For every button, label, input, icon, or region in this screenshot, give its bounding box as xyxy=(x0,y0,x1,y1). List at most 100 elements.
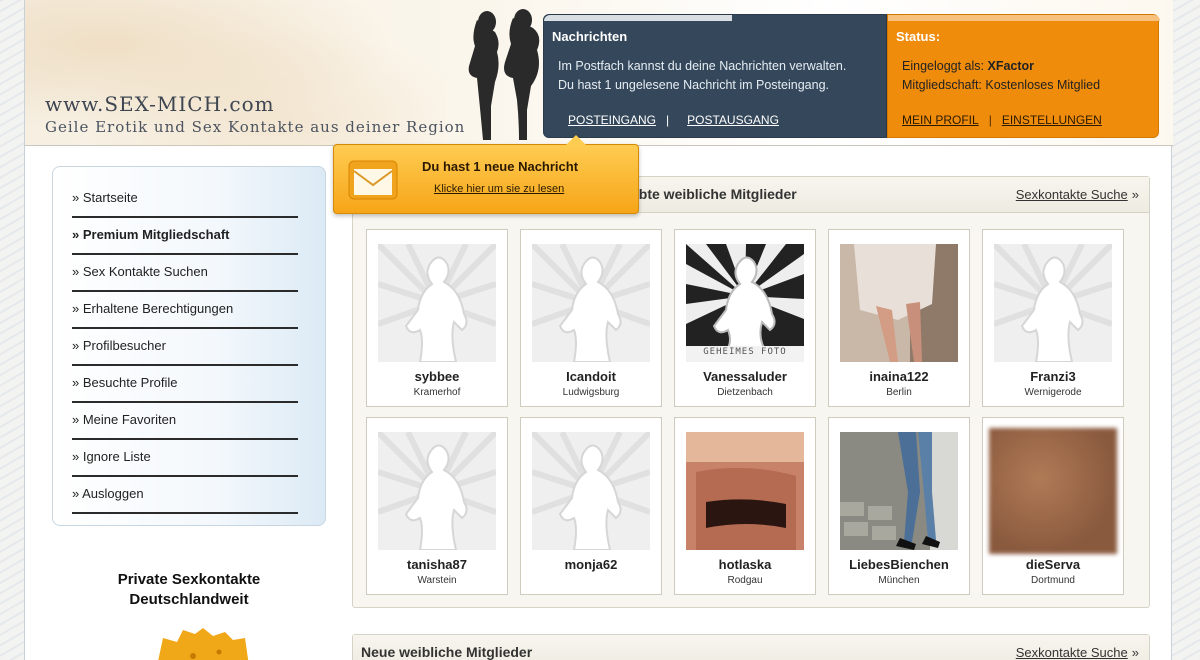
status-links: MEIN PROFIL | EINSTELLUNGEN xyxy=(902,113,1102,127)
member-name[interactable]: inaina122 xyxy=(829,369,969,384)
link-arrow: » xyxy=(1131,187,1139,202)
settings-link[interactable]: EINSTELLUNGEN xyxy=(1002,113,1102,127)
female-silhouette-icon xyxy=(378,432,496,550)
member-city: Berlin xyxy=(886,387,912,398)
outbox-link[interactable]: POSTAUSGANG xyxy=(687,113,779,127)
link-arrow: » xyxy=(1131,645,1139,660)
member-name[interactable]: sybbee xyxy=(367,369,507,384)
women-silhouettes-logo xyxy=(468,9,540,140)
envelope-icon xyxy=(348,160,398,200)
member-card[interactable]: tanisha87 Warstein xyxy=(366,417,508,595)
member-photo-placeholder[interactable] xyxy=(378,432,496,550)
site-tagline: Geile Erotik und Sex Kontakte aus deiner… xyxy=(45,118,466,136)
nav-item-startseite[interactable]: » Startseite xyxy=(72,181,298,218)
site-header: www.SEX-MICH.com Geile Erotik und Sex Ko… xyxy=(25,0,1173,146)
site-logo[interactable]: www.SEX-MICH.com xyxy=(45,92,275,116)
membership-label: Mitgliedschaft: xyxy=(902,78,982,92)
frost-decoration-right xyxy=(1172,0,1200,660)
germany-map-icon[interactable] xyxy=(153,626,249,660)
inbox-link[interactable]: POSTEINGANG xyxy=(568,113,656,127)
member-card[interactable]: dieServa Dortmund xyxy=(982,417,1124,595)
member-city: Wernigerode xyxy=(1024,387,1082,398)
messages-panel: Nachrichten Im Postfach kannst du deine … xyxy=(543,14,887,138)
new-members-title: Neue weibliche Mitglieder xyxy=(361,644,533,660)
notification-read-link[interactable]: Klicke hier um sie zu lesen xyxy=(434,183,564,195)
member-photo-placeholder[interactable] xyxy=(378,244,496,362)
nav-item-sex-kontakte-suchen[interactable]: » Sex Kontakte Suchen xyxy=(72,255,298,292)
member-photo[interactable] xyxy=(840,432,958,550)
membership-line: Mitgliedschaft: Kostenloses Mitglied xyxy=(902,78,1100,92)
member-photo-placeholder[interactable] xyxy=(532,244,650,362)
new-members-section: Neue weibliche Mitglieder Sexkontakte Su… xyxy=(352,634,1150,660)
popular-members-section: ebte weibliche Mitglieder Sexkontakte Su… xyxy=(352,176,1150,608)
member-photo-image xyxy=(840,244,958,362)
status-link-separator: | xyxy=(988,113,992,127)
member-card[interactable]: Icandoit Ludwigsburg xyxy=(520,229,662,407)
female-silhouette-icon xyxy=(532,244,650,362)
member-card[interactable]: Franzi3 Wernigerode xyxy=(982,229,1124,407)
logged-in-line: Eingeloggt als: XFactor xyxy=(902,59,1034,73)
nav-item-besuchte-profile[interactable]: » Besuchte Profile xyxy=(72,366,298,403)
member-card[interactable]: sybbee Kramerhof xyxy=(366,229,508,407)
member-name[interactable]: monja62 xyxy=(521,557,661,572)
messages-links: POSTEINGANG | POSTAUSGANG xyxy=(568,113,779,127)
link-separator: | xyxy=(666,113,670,127)
status-panel-tab xyxy=(888,15,1160,21)
private-contacts-title-line1: Private Sexkontakte xyxy=(117,571,261,588)
nav-item-premium[interactable]: » Premium Mitgliedschaft xyxy=(72,218,298,255)
nav-item-ignore-liste[interactable]: » Ignore Liste xyxy=(72,440,298,477)
membership-value: Kostenloses Mitglied xyxy=(985,78,1101,92)
my-profile-link[interactable]: MEIN PROFIL xyxy=(902,113,979,127)
private-contacts-heading: Private Sexkontakte Deutschlandweit xyxy=(52,570,326,610)
member-photo[interactable] xyxy=(686,432,804,550)
popular-members-title: ebte weibliche Mitglieder xyxy=(631,186,797,202)
member-photo-blurred[interactable] xyxy=(989,428,1117,554)
messages-info-line2: Du hast 1 ungelesene Nachricht im Postei… xyxy=(558,78,829,92)
member-photo-image xyxy=(840,432,958,550)
new-message-notification[interactable]: Du hast 1 neue Nachricht Klicke hier um … xyxy=(333,135,639,214)
member-city: Ludwigsburg xyxy=(562,387,620,398)
member-name[interactable]: dieServa xyxy=(983,557,1123,572)
member-card[interactable]: GEHEIMES FOTO Vanessaluder Dietzenbach xyxy=(674,229,816,407)
member-photo-placeholder[interactable] xyxy=(532,432,650,550)
member-city: München xyxy=(878,575,920,586)
main-navigation: » Startseite » Premium Mitgliedschaft » … xyxy=(52,166,326,526)
member-city: Dortmund xyxy=(1031,575,1075,586)
sexkontakte-search-link-2[interactable]: Sexkontakte Suche» xyxy=(1016,645,1139,660)
nav-item-ausloggen[interactable]: » Ausloggen xyxy=(72,477,298,514)
member-name[interactable]: hotlaska xyxy=(675,557,815,572)
logged-in-username: XFactor xyxy=(987,59,1035,73)
member-card[interactable]: hotlaska Rodgau xyxy=(674,417,816,595)
member-city: Rodgau xyxy=(727,575,763,586)
messages-panel-title: Nachrichten xyxy=(552,29,628,44)
messages-panel-tab xyxy=(544,15,732,21)
member-name[interactable]: LiebesBienchen xyxy=(829,557,969,572)
sexkontakte-search-link-label: Sexkontakte Suche xyxy=(1015,645,1128,660)
page-frame: www.SEX-MICH.com Geile Erotik und Sex Ko… xyxy=(24,0,1173,660)
member-photo-placeholder[interactable] xyxy=(994,244,1112,362)
member-name[interactable]: tanisha87 xyxy=(367,557,507,572)
messages-info-line1: Im Postfach kannst du deine Nachrichten … xyxy=(558,59,847,73)
new-members-header: Neue weibliche Mitglieder Sexkontakte Su… xyxy=(353,635,1149,660)
secret-photo-caption: GEHEIMES FOTO xyxy=(703,347,787,357)
private-contacts-title-line2: Deutschlandweit xyxy=(129,591,249,608)
member-photo-secret[interactable]: GEHEIMES FOTO xyxy=(686,244,804,362)
member-card[interactable]: LiebesBienchen München xyxy=(828,417,970,595)
sexkontakte-search-link[interactable]: Sexkontakte Suche» xyxy=(1016,187,1139,202)
nav-item-berechtigungen[interactable]: » Erhaltene Berechtigungen xyxy=(72,292,298,329)
member-city: Dietzenbach xyxy=(717,387,773,398)
member-city: Warstein xyxy=(417,575,457,586)
member-name[interactable]: Vanessaluder xyxy=(675,369,815,384)
nav-item-favoriten[interactable]: » Meine Favoriten xyxy=(72,403,298,440)
female-silhouette-icon xyxy=(532,432,650,550)
sexkontakte-search-link-label: Sexkontakte Suche xyxy=(1015,187,1128,202)
member-card[interactable]: inaina122 Berlin xyxy=(828,229,970,407)
nav-item-profilbesucher[interactable]: » Profilbesucher xyxy=(72,329,298,366)
member-card[interactable]: monja62 xyxy=(520,417,662,595)
status-title: Status: xyxy=(896,29,941,44)
notification-title: Du hast 1 neue Nachricht xyxy=(422,159,579,174)
secret-photo-icon xyxy=(686,244,804,362)
member-name[interactable]: Icandoit xyxy=(521,369,661,384)
member-name[interactable]: Franzi3 xyxy=(983,369,1123,384)
member-photo[interactable] xyxy=(840,244,958,362)
